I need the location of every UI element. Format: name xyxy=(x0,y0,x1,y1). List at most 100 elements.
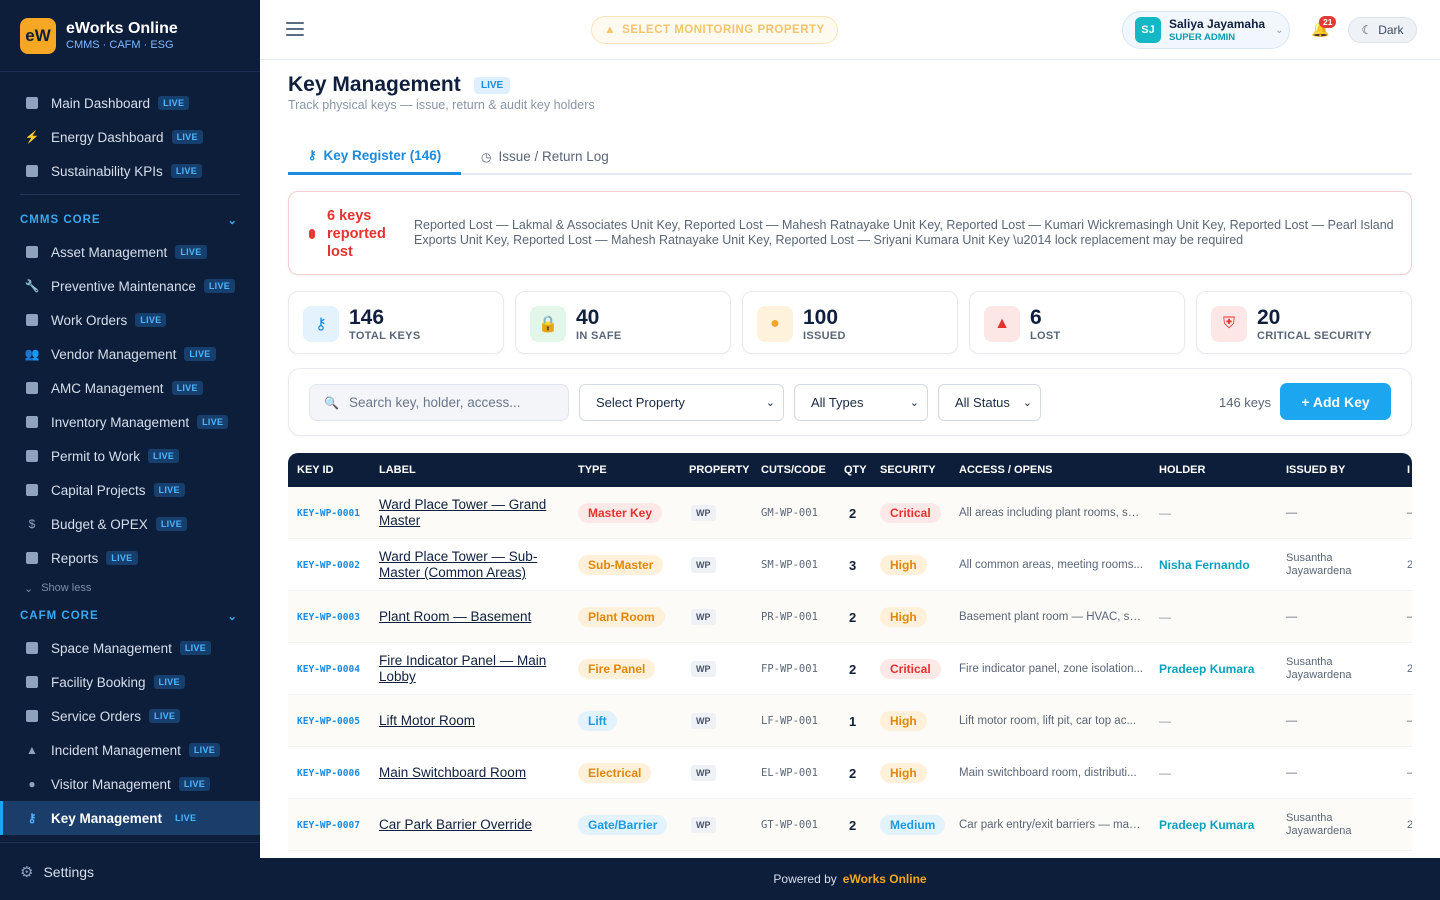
chevron-down-icon: ⌄ xyxy=(227,215,238,227)
sidebar-item-asset-management[interactable]: Asset Management LIVE xyxy=(0,235,260,269)
table-row[interactable]: KEY-WP-0003 Plant Room — Basement Plant Ro… xyxy=(288,591,1412,643)
key-id-link[interactable]: KEY-WP-0004 xyxy=(297,664,360,675)
settings-link[interactable]: ⚙ Settings xyxy=(0,842,260,900)
stat-value: 20 xyxy=(1257,306,1281,329)
sidebar-item-inventory-management[interactable]: Inventory Management LIVE xyxy=(0,405,260,439)
sidebar-item-key-management[interactable]: ⚷ Key Management LIVE xyxy=(0,801,260,835)
section-cmms-core[interactable]: CMMS CORE ⌄ xyxy=(0,205,260,235)
sidebar-item-budget-opex[interactable]: $ Budget & OPEX LIVE xyxy=(0,507,260,541)
chart-icon xyxy=(24,550,40,566)
sidebar-item-visitor-management[interactable]: ● Visitor Management LIVE xyxy=(0,767,260,801)
key-label-link[interactable]: Main Switchboard Room xyxy=(379,765,526,781)
menu-icon[interactable] xyxy=(286,22,304,36)
status-select[interactable]: All Status ⌄ xyxy=(938,384,1041,421)
brand-logo[interactable]: eW xyxy=(20,17,56,54)
table-row[interactable]: KEY-WP-0005 Lift Motor Room Lift WP LF-WP-00… xyxy=(288,695,1412,747)
column-header[interactable]: KEY ID xyxy=(297,453,333,487)
sidebar-item-incident-management[interactable]: ▲ Incident Management LIVE xyxy=(0,733,260,767)
type-select[interactable]: All Types ⌄ xyxy=(794,384,928,421)
column-header[interactable]: PROPERTY xyxy=(689,453,750,487)
holder-name[interactable]: Pradeep Kumara xyxy=(1159,818,1254,832)
key-label-link[interactable]: Car Park Barrier Override xyxy=(379,817,532,833)
sidebar-item-space-management[interactable]: Space Management LIVE xyxy=(0,631,260,665)
issued-by: Susantha Jayawardena xyxy=(1286,656,1352,681)
sidebar-item-capital-projects[interactable]: Capital Projects LIVE xyxy=(0,473,260,507)
key-icon: ⚷ xyxy=(307,148,317,162)
sidebar-item-main-dashboard[interactable]: Main Dashboard LIVE xyxy=(0,86,260,120)
live-badge: LIVE xyxy=(135,313,167,327)
key-id-link[interactable]: KEY-WP-0006 xyxy=(297,768,360,779)
property-select[interactable]: Select Property ⌄ xyxy=(579,384,784,421)
key-id-link[interactable]: KEY-WP-0001 xyxy=(297,508,360,519)
table-row[interactable]: KEY-WP-0007 Car Park Barrier Override Gate… xyxy=(288,799,1412,851)
live-badge: LIVE xyxy=(170,164,203,178)
sidebar-item-reports[interactable]: Reports LIVE xyxy=(0,541,260,575)
chevron-down-icon: ⌄ xyxy=(1275,24,1284,36)
key-label-link[interactable]: Lift Motor Room xyxy=(379,713,475,729)
column-header[interactable]: SECURITY xyxy=(880,453,936,487)
tab-key-register[interactable]: ⚷ Key Register (146) xyxy=(288,138,461,175)
column-header[interactable]: LABEL xyxy=(379,453,416,487)
sidebar-item-energy-dashboard[interactable]: ⚡ Energy Dashboard LIVE xyxy=(0,120,260,154)
sidebar-item-work-orders[interactable]: Work Orders LIVE xyxy=(0,303,260,337)
key-id-link[interactable]: KEY-WP-0005 xyxy=(297,716,360,727)
sidebar-item-label: Capital Projects xyxy=(51,482,146,498)
key-table: KEY ID LABEL TYPE PROPERTY CUTS/CODE QTY… xyxy=(288,453,1412,858)
type-select-value: All Types xyxy=(811,395,864,410)
divider xyxy=(20,194,240,195)
column-header[interactable]: ACCESS / OPENS xyxy=(959,453,1053,487)
sidebar-item-facility-booking[interactable]: Facility Booking LIVE xyxy=(0,665,260,699)
holder-name[interactable]: Pradeep Kumara xyxy=(1159,662,1254,676)
dollar-icon: $ xyxy=(28,517,36,531)
key-quantity: 1 xyxy=(849,713,857,729)
sidebar-item-amc-management[interactable]: AMC Management LIVE xyxy=(0,371,260,405)
sidebar-item-label: Facility Booking xyxy=(51,674,146,690)
dark-mode-toggle[interactable]: ☾ Dark xyxy=(1348,17,1417,43)
column-header[interactable]: I xyxy=(1407,453,1410,487)
key-id-link[interactable]: KEY-WP-0002 xyxy=(297,560,360,571)
sidebar-item-permit-to-work[interactable]: Permit to Work LIVE xyxy=(0,439,260,473)
column-header[interactable]: QTY xyxy=(844,453,867,487)
select-monitoring-property-button[interactable]: ▲ SELECT MONITORING PROPERTY xyxy=(591,16,838,44)
property-badge: WP xyxy=(691,661,716,677)
table-row[interactable]: KEY-WP-0006 Main Switchboard Room Electric… xyxy=(288,747,1412,799)
notifications-button[interactable]: 🔔 21 xyxy=(1311,16,1337,40)
sidebar-item-label: Permit to Work xyxy=(51,448,141,464)
access-description: Basement plant room — HVAC, sw... xyxy=(959,611,1144,623)
sidebar-item-vendor-management[interactable]: 👥 Vendor Management LIVE xyxy=(0,337,260,371)
sidebar-item-label: Preventive Maintenance xyxy=(51,278,196,294)
column-header[interactable]: HOLDER xyxy=(1159,453,1205,487)
column-header[interactable]: CUTS/CODE xyxy=(761,453,826,487)
key-label-link[interactable]: Fire Indicator Panel — Main Lobby xyxy=(379,653,559,685)
key-label-link[interactable]: Ward Place Tower — Sub-Master (Common Ar… xyxy=(379,549,559,581)
add-key-button[interactable]: + Add Key xyxy=(1280,383,1391,420)
status-select-value: All Status xyxy=(955,395,1010,410)
column-header[interactable]: ISSUED BY xyxy=(1286,453,1345,487)
user-menu[interactable]: SJ Saliya Jayamaha SUPER ADMIN ⌄ xyxy=(1122,11,1290,49)
table-row[interactable]: KEY-WP-0004 Fire Indicator Panel — Main L… xyxy=(288,643,1412,695)
grid-icon xyxy=(24,640,40,656)
show-less-toggle[interactable]: ⌄ Show less xyxy=(0,575,260,601)
key-id-link[interactable]: KEY-WP-0003 xyxy=(297,612,360,623)
stat-card-total-keys: ⚷ 146 TOTAL KEYS xyxy=(288,291,504,354)
sidebar-item-label: Inventory Management xyxy=(51,414,190,430)
table-row[interactable]: KEY-WP-0002 Ward Place Tower — Sub-Master… xyxy=(288,539,1412,591)
sidebar-item-label: Energy Dashboard xyxy=(51,129,164,145)
sidebar-item-sustainability-kpis[interactable]: Sustainability KPIs LIVE xyxy=(0,154,260,188)
access-description: Car park entry/exit barriers — man... xyxy=(959,819,1144,831)
tab-issue-return-log[interactable]: ◷ Issue / Return Log xyxy=(481,138,609,175)
column-header[interactable]: TYPE xyxy=(578,453,607,487)
key-label-link[interactable]: Ward Place Tower — Grand Master xyxy=(379,497,559,529)
key-id-link[interactable]: KEY-WP-0007 xyxy=(297,820,360,831)
key-code: GT-WP-001 xyxy=(761,819,818,831)
sidebar-item-preventive-maintenance[interactable]: 🔧 Preventive Maintenance LIVE xyxy=(0,269,260,303)
search-input[interactable]: 🔍 Search key, holder, access... xyxy=(309,384,569,421)
sidebar-item-service-orders[interactable]: Service Orders LIVE xyxy=(0,699,260,733)
shield-icon: ⛨ xyxy=(1211,306,1247,342)
key-label-link[interactable]: Plant Room — Basement xyxy=(379,609,531,625)
warning-icon: ▲ xyxy=(26,743,38,757)
issued-date: – xyxy=(1407,767,1412,780)
section-cafm-core[interactable]: CAFM CORE ⌄ xyxy=(0,601,260,631)
holder-name[interactable]: Nisha Fernando xyxy=(1159,558,1250,572)
table-row[interactable]: KEY-WP-0001 Ward Place Tower — Grand Mast… xyxy=(288,487,1412,539)
